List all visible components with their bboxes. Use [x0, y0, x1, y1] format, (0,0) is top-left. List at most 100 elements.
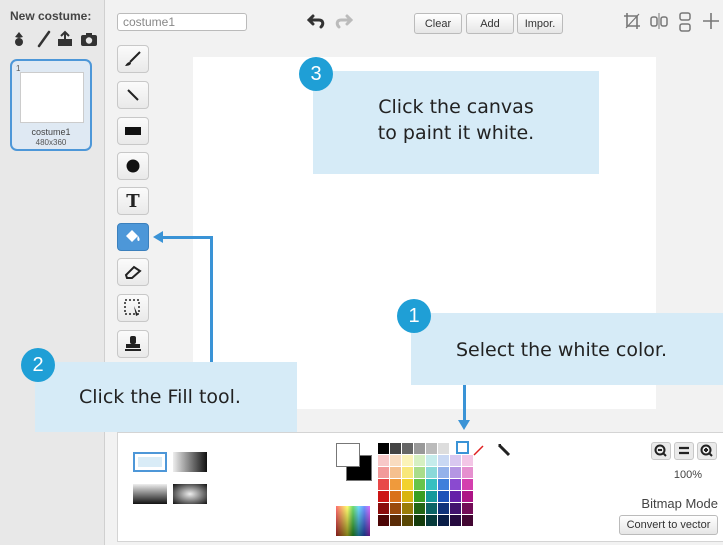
color-swatch[interactable] — [426, 515, 437, 526]
color-swatch[interactable] — [438, 503, 449, 514]
color-swatch[interactable] — [462, 467, 473, 478]
zoom-reset-button[interactable] — [674, 442, 694, 460]
color-swatch[interactable] — [462, 455, 473, 466]
color-swatch[interactable] — [426, 443, 437, 454]
color-swatch[interactable] — [462, 503, 473, 514]
zoom-in-button[interactable] — [697, 442, 717, 460]
eyedropper-icon[interactable] — [494, 441, 514, 461]
color-swatch[interactable] — [450, 491, 461, 502]
fill-radial-gradient-option[interactable] — [173, 484, 207, 504]
costume-size: 480x360 — [35, 138, 67, 147]
rectangle-tool[interactable] — [117, 117, 149, 145]
clear-button[interactable]: Clear — [414, 13, 462, 34]
fill-horizontal-gradient-option[interactable] — [173, 452, 207, 472]
color-swatch[interactable] — [378, 443, 389, 454]
color-swatch[interactable] — [390, 443, 401, 454]
paint-brush-icon[interactable] — [35, 30, 53, 48]
eraser-tool[interactable] — [117, 258, 149, 286]
color-swatch[interactable] — [462, 491, 473, 502]
color-swatch[interactable] — [426, 479, 437, 490]
fill-vertical-gradient-option[interactable] — [133, 484, 167, 504]
color-swatch[interactable] — [438, 467, 449, 478]
color-swatch[interactable] — [438, 515, 449, 526]
color-swatch[interactable] — [414, 467, 425, 478]
color-swatch[interactable] — [390, 491, 401, 502]
camera-icon[interactable] — [80, 30, 98, 48]
zoom-out-button[interactable] — [651, 442, 671, 460]
step-2-badge: 2 — [21, 348, 55, 382]
color-swatch[interactable] — [414, 455, 425, 466]
color-swatch[interactable] — [402, 455, 413, 466]
color-swatch[interactable] — [402, 503, 413, 514]
color-swatch[interactable] — [414, 443, 425, 454]
color-swatch[interactable] — [402, 491, 413, 502]
color-swatch[interactable] — [438, 491, 449, 502]
text-tool[interactable]: T — [117, 187, 149, 215]
color-swatch[interactable] — [390, 467, 401, 478]
color-swatch[interactable] — [402, 515, 413, 526]
crop-icon[interactable] — [621, 12, 643, 34]
color-swatch[interactable] — [450, 479, 461, 490]
color-swatch[interactable] — [438, 479, 449, 490]
brush-tool[interactable] — [117, 45, 149, 73]
color-swatch[interactable] — [390, 479, 401, 490]
fill-solid-option[interactable] — [133, 452, 167, 472]
color-swatch[interactable] — [462, 515, 473, 526]
color-swatch[interactable] — [450, 503, 461, 514]
color-swatch[interactable] — [450, 455, 461, 466]
undo-button[interactable] — [306, 12, 328, 34]
color-picker-spectrum[interactable] — [336, 506, 370, 536]
costume-tile[interactable]: 1 costume1 480x360 — [10, 59, 92, 151]
ellipse-tool[interactable] — [117, 152, 149, 180]
costume-name-input[interactable] — [117, 13, 247, 31]
color-swatch[interactable] — [414, 491, 425, 502]
white-color-swatch-selected[interactable] — [456, 441, 469, 454]
color-swatch[interactable] — [414, 479, 425, 490]
color-swatch[interactable] — [438, 455, 449, 466]
upload-icon[interactable] — [56, 30, 74, 48]
import-button[interactable]: Impor. — [517, 13, 563, 34]
callout-step-3: Click the canvas to paint it white. — [313, 71, 599, 174]
line-tool[interactable] — [117, 81, 149, 109]
color-swatch[interactable] — [450, 515, 461, 526]
convert-to-vector-button[interactable]: Convert to vector — [619, 515, 718, 535]
color-swatch[interactable] — [390, 503, 401, 514]
flip-vertical-icon[interactable] — [674, 12, 696, 34]
color-swatch[interactable] — [390, 515, 401, 526]
color-swatch[interactable] — [426, 455, 437, 466]
color-swatch[interactable] — [438, 443, 449, 454]
color-swatch[interactable] — [378, 503, 389, 514]
flip-horizontal-icon[interactable] — [648, 12, 670, 34]
fill-tool[interactable] — [117, 223, 149, 251]
color-swatch[interactable] — [414, 515, 425, 526]
sprite-library-icon[interactable] — [10, 30, 28, 48]
color-swatch[interactable] — [426, 503, 437, 514]
transparent-color-swatch[interactable] — [473, 443, 484, 456]
color-swatch[interactable] — [378, 467, 389, 478]
color-swatch[interactable] — [378, 479, 389, 490]
zoom-in-icon — [700, 444, 713, 457]
redo-button[interactable] — [332, 12, 354, 34]
step-1-arrowhead — [458, 420, 470, 430]
color-swatch[interactable] — [426, 467, 437, 478]
select-tool[interactable] — [117, 294, 149, 322]
color-swatch[interactable] — [378, 515, 389, 526]
color-swatch[interactable] — [378, 455, 389, 466]
set-center-icon[interactable] — [700, 12, 722, 34]
stamp-tool[interactable] — [117, 330, 149, 358]
color-swatch[interactable] — [402, 467, 413, 478]
step-2-arrowhead — [153, 231, 163, 243]
add-button[interactable]: Add — [466, 13, 514, 34]
zoom-level: 100% — [673, 469, 703, 481]
color-swatch[interactable] — [402, 443, 413, 454]
primary-color-swatch[interactable] — [336, 443, 360, 467]
color-swatch[interactable] — [402, 479, 413, 490]
color-swatch[interactable] — [462, 479, 473, 490]
color-swatch[interactable] — [414, 503, 425, 514]
color-swatch[interactable] — [426, 491, 437, 502]
callout-step-2: Click the Fill tool. — [35, 362, 297, 432]
color-palette — [378, 443, 473, 526]
color-swatch[interactable] — [390, 455, 401, 466]
color-swatch[interactable] — [450, 467, 461, 478]
color-swatch[interactable] — [378, 491, 389, 502]
